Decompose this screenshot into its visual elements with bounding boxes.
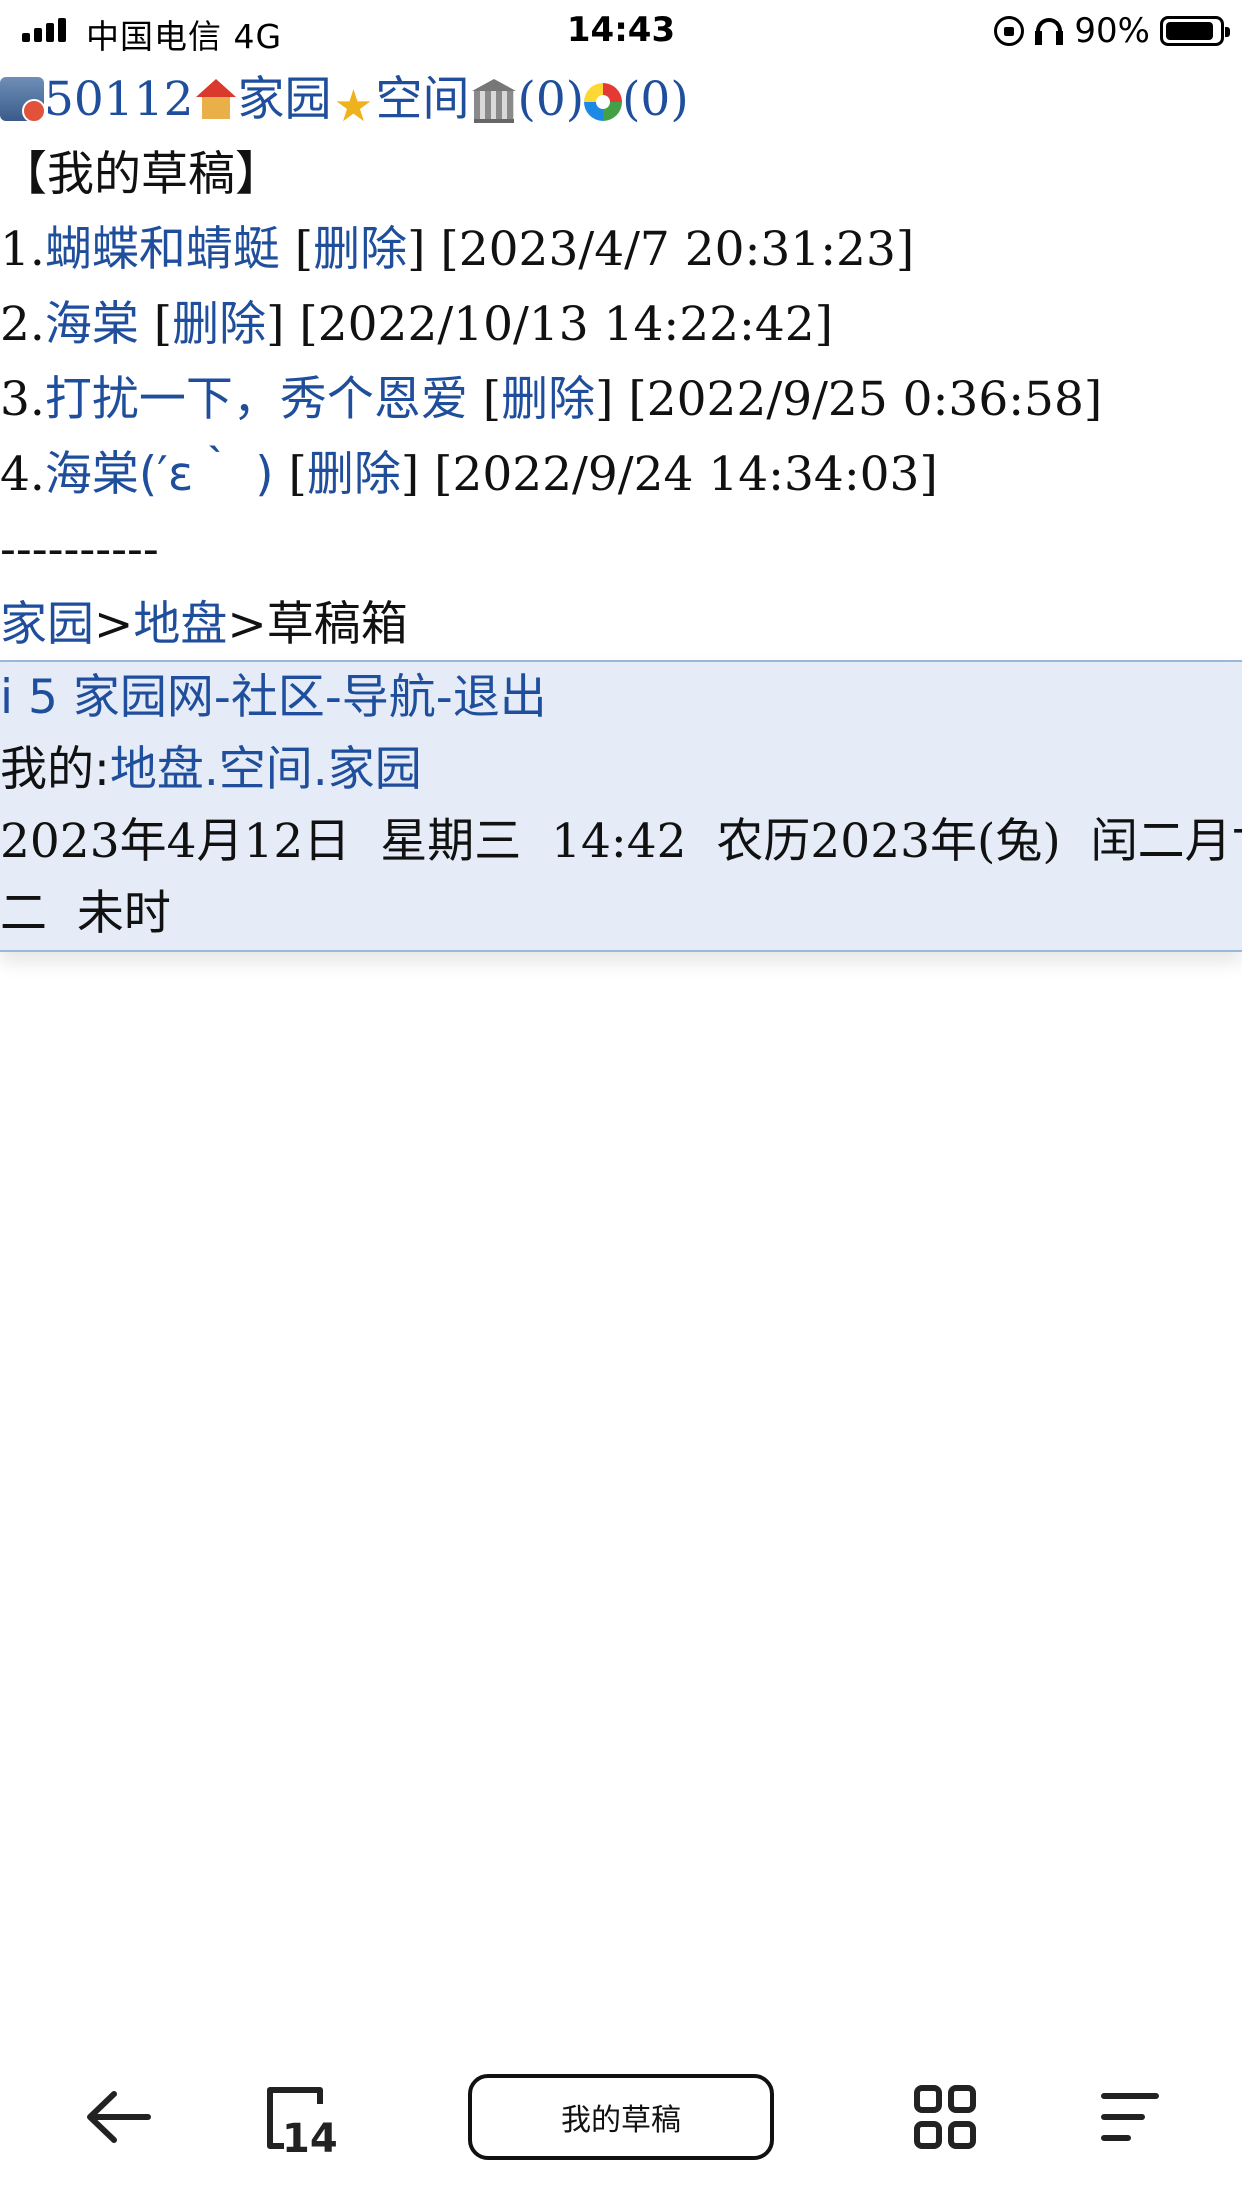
browser-toolbar: 14 我的草稿 xyxy=(0,2062,1242,2172)
site-footer: i 5 家园网-社区-导航-退出 我的:地盘.空间.家园 2023年4月12日 … xyxy=(0,660,1242,952)
draft-time: [2022/9/25 0:36:58] xyxy=(628,372,1103,427)
draft-row: 1.蝴蝶和蜻蜓 [删除] [2023/4/7 20:31:23] xyxy=(0,222,915,277)
home-link[interactable]: 家园 xyxy=(238,72,332,127)
battery-percent: 90% xyxy=(1074,11,1150,51)
page-title: 我的草稿 xyxy=(561,2103,681,2138)
dot-separator: . xyxy=(312,742,328,797)
draft-index: 4. xyxy=(0,447,45,502)
star-icon: ★ xyxy=(333,81,374,132)
status-bar: 中国电信 4G 14:43 90% xyxy=(0,0,1242,62)
pinwheel-count-link[interactable]: (0) xyxy=(622,72,689,127)
draft-row: 4.海棠(′ε｀ ) [删除] [2022/9/24 14:34:03] xyxy=(0,447,938,502)
draft-title-link[interactable]: 蝴蝶和蜻蜓 xyxy=(45,222,280,277)
draft-row: 2.海棠 [删除] [2022/10/13 14:22:42] xyxy=(0,297,833,352)
mine-space-link[interactable]: 空间 xyxy=(219,742,313,797)
breadcrumb-home-link[interactable]: 家园 xyxy=(0,597,94,652)
draft-delete-link[interactable]: 删除 xyxy=(172,297,266,352)
page-title-button[interactable]: 我的草稿 xyxy=(468,2074,774,2160)
house-icon xyxy=(194,77,238,121)
headphones-icon xyxy=(1034,16,1064,46)
draft-row: 3.打扰一下，秀个恩爱 [删除] [2022/9/25 0:36:58] xyxy=(0,372,1103,427)
breadcrumb-separator: > xyxy=(94,597,134,652)
community-link[interactable]: 社区 xyxy=(231,670,325,725)
draft-title-link[interactable]: 海棠(′ε｀ ) xyxy=(45,447,274,502)
divider: ---------- xyxy=(0,522,159,577)
draft-delete-link[interactable]: 删除 xyxy=(501,372,595,427)
date-line: 2023年4月12日 星期三 14:42 农历2023年(兔) 闰二月廿 xyxy=(0,814,1242,869)
draft-time: [2022/10/13 14:22:42] xyxy=(299,297,833,352)
user-id-link[interactable]: 50112 xyxy=(44,72,194,127)
nav-separator: - xyxy=(435,670,453,725)
apps-grid-icon[interactable] xyxy=(905,2074,985,2160)
back-arrow-icon[interactable] xyxy=(78,2074,158,2160)
dot-separator: . xyxy=(203,742,219,797)
breadcrumb: 家园>地盘>草稿箱 xyxy=(0,587,1242,662)
draft-time: [2022/9/24 14:34:03] xyxy=(434,447,938,502)
logout-link[interactable]: 退出 xyxy=(453,670,547,725)
navigation-link[interactable]: 导航 xyxy=(342,670,436,725)
nav-separator: - xyxy=(324,670,342,725)
breadcrumb-land-link[interactable]: 地盘 xyxy=(133,597,227,652)
draft-index: 1. xyxy=(0,222,45,277)
footer-mine: 我的:地盘.空间.家园 xyxy=(0,734,1242,806)
rotation-lock-icon xyxy=(994,16,1025,46)
status-indicators: 90% xyxy=(994,10,1230,52)
draft-delete-link[interactable]: 删除 xyxy=(313,222,407,277)
pinwheel-icon xyxy=(584,83,623,121)
draft-title-link[interactable]: 打扰一下，秀个恩爱 xyxy=(45,372,468,427)
breadcrumb-current: 草稿箱 xyxy=(266,597,408,652)
mine-land-link[interactable]: 地盘 xyxy=(110,742,204,797)
nav-separator: - xyxy=(213,670,231,725)
user-icon xyxy=(0,77,46,123)
draft-delete-link[interactable]: 删除 xyxy=(307,447,401,502)
site-home-link[interactable]: i 5 家园网 xyxy=(0,670,214,725)
space-link[interactable]: 空间 xyxy=(376,72,470,127)
bank-count-link[interactable]: (0) xyxy=(518,72,585,127)
tab-count: 14 xyxy=(282,2116,338,2160)
battery-icon xyxy=(1160,16,1230,46)
tabs-icon[interactable]: 14 xyxy=(260,2074,340,2160)
footer-nav: i 5 家园网-社区-导航-退出 xyxy=(0,662,1242,734)
page-heading: 【我的草稿】 xyxy=(0,147,282,202)
bank-icon xyxy=(470,77,518,123)
draft-index: 3. xyxy=(0,372,45,427)
date-line-cont: 二 未时 xyxy=(0,886,171,941)
mine-home-link[interactable]: 家园 xyxy=(328,742,422,797)
draft-title-link[interactable]: 海棠 xyxy=(45,297,139,352)
draft-time: [2023/4/7 20:31:23] xyxy=(440,222,915,277)
mine-label: 我的: xyxy=(0,742,110,797)
breadcrumb-separator: > xyxy=(227,597,267,652)
menu-icon[interactable] xyxy=(1090,2074,1170,2160)
draft-index: 2. xyxy=(0,297,45,352)
page-content: 50112 家园★空间 (0) (0) 【我的草稿】 1.蝴蝶和蜻蜓 [删除] [20… xyxy=(0,62,1242,662)
top-links: 50112 家园★空间 (0) (0) xyxy=(0,62,1242,137)
